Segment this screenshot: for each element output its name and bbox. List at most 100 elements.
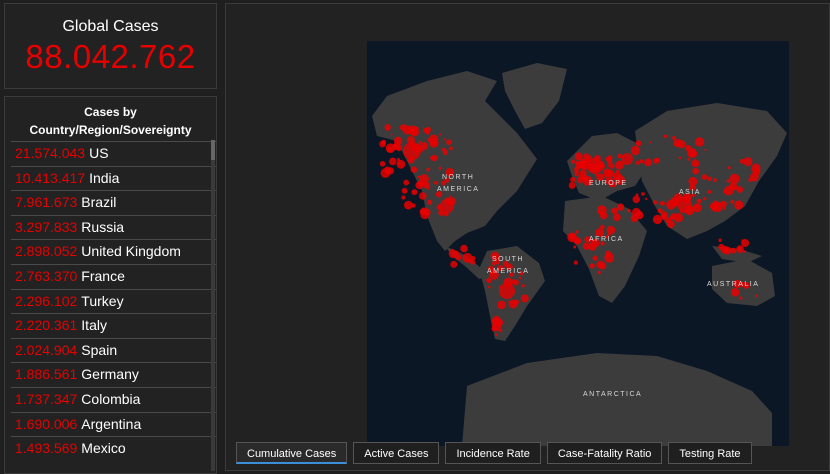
case-bubble[interactable] — [423, 181, 431, 189]
tab-active-cases[interactable]: Active Cases — [353, 442, 440, 464]
case-bubble[interactable] — [438, 166, 442, 170]
list-item[interactable]: 1.493.569 Mexico — [11, 436, 216, 461]
case-bubble[interactable] — [448, 249, 458, 259]
case-bubble[interactable] — [631, 219, 634, 222]
case-bubble[interactable] — [602, 168, 612, 178]
case-bubble[interactable] — [430, 155, 435, 161]
country-list[interactable]: 21.574.043 US 10.413.417 India 7.961.673 Braz… — [11, 141, 216, 461]
case-bubble[interactable] — [687, 157, 691, 161]
case-bubble[interactable] — [635, 211, 644, 220]
case-bubble[interactable] — [450, 260, 458, 268]
case-bubble[interactable] — [672, 135, 677, 141]
case-bubble[interactable] — [614, 174, 617, 177]
case-bubble[interactable] — [574, 171, 579, 176]
case-bubble[interactable] — [508, 300, 511, 303]
world-map[interactable]: NORTH AMERICA SOUTH AMERICA EUROPE ASIA … — [367, 41, 789, 446]
case-bubble[interactable] — [726, 179, 731, 183]
case-bubble[interactable] — [635, 160, 640, 165]
case-bubble[interactable] — [578, 174, 583, 179]
case-bubble[interactable] — [696, 198, 702, 204]
case-bubble[interactable] — [423, 127, 429, 133]
case-bubble[interactable] — [621, 153, 633, 165]
case-bubble[interactable] — [443, 138, 446, 141]
list-item[interactable]: 2.898.052 United Kingdom — [11, 239, 216, 264]
case-bubble[interactable] — [429, 138, 439, 148]
list-item[interactable]: 3.297.833 Russia — [11, 214, 216, 240]
case-bubble[interactable] — [635, 140, 642, 147]
case-bubble[interactable] — [470, 255, 476, 261]
case-bubble[interactable] — [729, 173, 740, 184]
case-bubble[interactable] — [607, 164, 610, 167]
case-bubble[interactable] — [587, 158, 603, 174]
case-bubble[interactable] — [731, 288, 740, 297]
case-bubble[interactable] — [617, 153, 622, 159]
case-bubble[interactable] — [701, 174, 708, 180]
case-bubble[interactable] — [707, 190, 712, 194]
case-bubble[interactable] — [440, 199, 454, 213]
case-bubble[interactable] — [730, 199, 735, 204]
case-bubble[interactable] — [692, 167, 699, 175]
case-bubble[interactable] — [678, 199, 692, 213]
case-bubble[interactable] — [692, 203, 702, 213]
case-bubble[interactable] — [393, 136, 403, 145]
case-bubble[interactable] — [649, 141, 652, 144]
case-bubble[interactable] — [653, 157, 660, 164]
case-bubble[interactable] — [434, 180, 438, 185]
case-bubble[interactable] — [652, 200, 658, 205]
case-bubble[interactable] — [499, 283, 515, 299]
case-bubble[interactable] — [592, 255, 598, 261]
case-bubble[interactable] — [736, 186, 744, 193]
case-bubble[interactable] — [667, 220, 675, 229]
case-bubble[interactable] — [404, 200, 413, 210]
list-item[interactable]: 2.763.370 France — [11, 263, 216, 289]
case-bubble[interactable] — [663, 134, 668, 138]
case-bubble[interactable] — [403, 142, 421, 160]
case-bubble[interactable] — [607, 155, 613, 161]
list-item[interactable]: 1.737.347 Colombia — [11, 386, 216, 412]
country-list-scrollbar[interactable] — [211, 140, 215, 471]
list-item[interactable]: 1.886.561 Germany — [11, 362, 216, 387]
case-bubble[interactable] — [401, 195, 406, 200]
case-bubble[interactable] — [379, 161, 386, 167]
case-bubble[interactable] — [401, 187, 408, 194]
case-bubble[interactable] — [410, 166, 418, 173]
case-bubble[interactable] — [755, 294, 759, 298]
case-bubble[interactable] — [743, 157, 753, 167]
case-bubble[interactable] — [639, 159, 644, 164]
list-item[interactable]: 21.574.043 US — [11, 141, 216, 166]
case-bubble[interactable] — [707, 176, 712, 182]
case-bubble[interactable] — [730, 247, 737, 254]
case-bubble[interactable] — [389, 157, 397, 166]
case-bubble[interactable] — [727, 166, 731, 170]
case-bubble[interactable] — [415, 181, 424, 190]
case-bubble[interactable] — [497, 300, 506, 310]
case-bubble[interactable] — [597, 270, 601, 275]
case-bubble[interactable] — [399, 124, 407, 131]
case-bubble[interactable] — [573, 245, 577, 249]
case-bubble[interactable] — [749, 172, 759, 182]
case-bubble[interactable] — [644, 158, 652, 167]
case-bubble[interactable] — [466, 258, 472, 263]
case-bubble[interactable] — [579, 156, 583, 160]
case-bubble[interactable] — [641, 192, 645, 196]
case-bubble[interactable] — [570, 176, 576, 183]
case-bubble[interactable] — [612, 213, 621, 222]
case-bubble[interactable] — [413, 126, 419, 132]
scroll-thumb[interactable] — [211, 140, 215, 160]
case-bubble[interactable] — [720, 200, 727, 208]
case-bubble[interactable] — [653, 218, 656, 221]
case-bubble[interactable] — [673, 139, 682, 148]
case-bubble[interactable] — [446, 139, 452, 145]
case-bubble[interactable] — [412, 190, 415, 193]
list-item[interactable]: 7.961.673 Brazil — [11, 190, 216, 215]
list-item[interactable]: 2.220.361 Italy — [11, 313, 216, 338]
tab-case-fatality-ratio[interactable]: Case-Fatality Ratio — [546, 442, 663, 464]
case-bubble[interactable] — [743, 250, 746, 253]
case-bubble[interactable] — [605, 172, 608, 175]
case-bubble[interactable] — [386, 127, 390, 132]
case-bubble[interactable] — [589, 263, 595, 269]
case-bubble[interactable] — [495, 322, 499, 326]
case-bubble[interactable] — [379, 140, 386, 148]
case-bubble[interactable] — [498, 328, 503, 333]
case-bubble[interactable] — [570, 159, 576, 164]
